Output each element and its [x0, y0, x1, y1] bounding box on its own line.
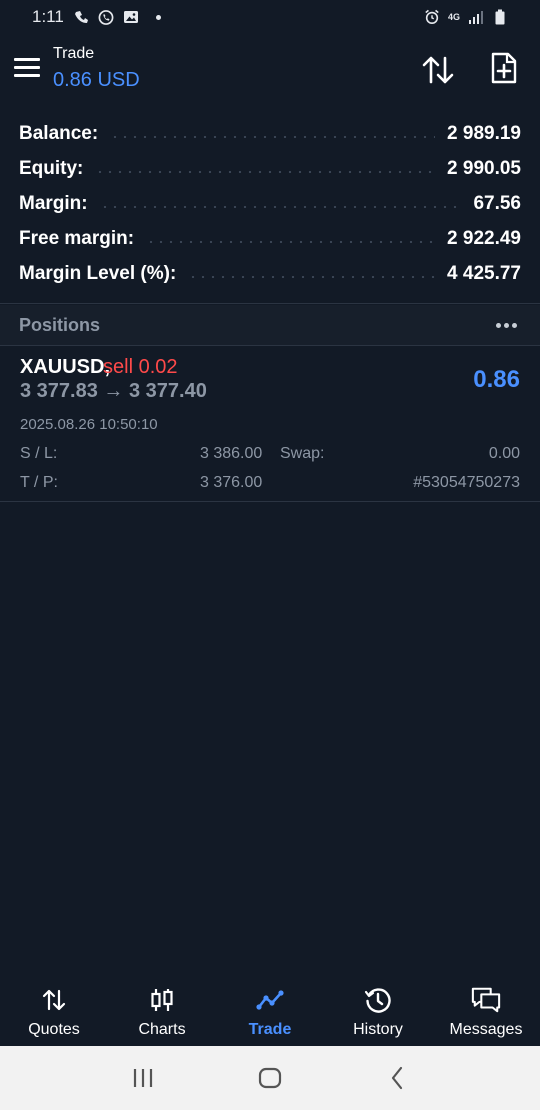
system-nav-bar [0, 1046, 540, 1110]
summary-label: Free margin: [19, 227, 135, 249]
battery-icon [492, 9, 508, 25]
position-row[interactable]: XAUUSD, sell 0.02 3 377.83 → 3 377.40 0.… [0, 346, 540, 502]
ticket-number: #53054750273 [413, 474, 520, 491]
divider [0, 303, 540, 304]
back-icon [391, 1066, 402, 1090]
gallery-icon [123, 9, 139, 25]
nav-label: Quotes [28, 1021, 80, 1038]
home-icon [258, 1067, 282, 1089]
divider [0, 501, 540, 502]
dot-leader [95, 170, 436, 173]
account-summary: Balance: 2 989.19 Equity: 2 990.05 Margi… [0, 116, 540, 291]
quotes-icon [39, 987, 69, 1013]
signal-icon [468, 9, 484, 25]
swap-label: Swap: [280, 445, 325, 462]
summary-label: Margin Level (%): [19, 262, 177, 284]
position-profit: 0.86 [473, 366, 520, 393]
trade-icon [255, 987, 285, 1013]
summary-value: 2 922.49 [447, 227, 521, 249]
status-bar: 1:11 4G [0, 0, 540, 34]
more-options-icon[interactable] [492, 319, 521, 332]
menu-icon [14, 58, 40, 61]
section-title: Positions [19, 314, 101, 335]
nav-label: Messages [449, 1021, 523, 1038]
nav-label: History [353, 1021, 403, 1038]
position-side: sell 0.02 [103, 356, 178, 378]
summary-row-free-margin: Free margin: 2 922.49 [0, 221, 540, 256]
summary-label: Margin: [19, 192, 88, 214]
tp-label: T / P: [20, 474, 58, 491]
dot-leader [188, 275, 436, 278]
home-button[interactable] [250, 1058, 290, 1098]
nav-charts[interactable]: Charts [108, 978, 216, 1046]
nav-history[interactable]: History [324, 978, 432, 1046]
sl-label: S / L: [20, 445, 58, 462]
notification-dot [155, 14, 161, 20]
nav-trade[interactable]: Trade [216, 978, 324, 1046]
nav-messages[interactable]: Messages [432, 978, 540, 1046]
recent-apps-icon [134, 1069, 153, 1087]
dot-leader [110, 135, 436, 138]
summary-row-equity: Equity: 2 990.05 [0, 151, 540, 186]
whatsapp-icon [98, 9, 114, 25]
sort-icon [422, 56, 454, 84]
nav-quotes[interactable]: Quotes [0, 978, 108, 1046]
status-time: 1:11 [32, 7, 64, 26]
sort-button[interactable] [421, 54, 455, 86]
history-icon [363, 987, 393, 1013]
page-title: Trade [53, 45, 95, 62]
menu-button[interactable] [14, 58, 40, 80]
messages-icon [471, 987, 501, 1013]
summary-value: 4 425.77 [447, 262, 521, 284]
summary-row-margin-level: Margin Level (%): 4 425.77 [0, 256, 540, 291]
new-order-icon [491, 52, 517, 84]
back-button[interactable] [377, 1058, 417, 1098]
bottom-nav: Quotes Charts Trade History Messages [0, 978, 540, 1046]
network-label: 4G [447, 11, 460, 22]
summary-row-margin: Margin: 67.56 [0, 186, 540, 221]
nav-label: Charts [138, 1021, 186, 1038]
nav-label: Trade [248, 1021, 292, 1038]
summary-row-balance: Balance: 2 989.19 [0, 116, 540, 151]
tp-value: 3 376.00 [200, 474, 263, 491]
header-profit: 0.86 USD [53, 69, 140, 91]
summary-value: 2 990.05 [447, 157, 521, 179]
sl-value: 3 386.00 [200, 445, 263, 462]
position-prices: 3 377.83 → 3 377.40 [20, 380, 207, 402]
summary-label: Equity: [19, 157, 84, 179]
summary-value: 67.56 [473, 192, 521, 214]
dot-leader [146, 240, 436, 243]
swap-value: 0.00 [488, 445, 520, 462]
wifi-calling-icon [73, 9, 89, 25]
position-open-time: 2025.08.26 10:50:10 [20, 416, 158, 433]
app-header: Trade 0.86 USD [0, 40, 540, 104]
summary-value: 2 989.19 [447, 122, 521, 144]
summary-label: Balance: [19, 122, 99, 144]
position-symbol: XAUUSD, [20, 356, 111, 378]
positions-header: Positions [0, 305, 540, 345]
dot-leader [99, 205, 462, 208]
recent-apps-button[interactable] [123, 1058, 163, 1098]
alarm-icon [424, 9, 440, 25]
new-order-button[interactable] [490, 52, 522, 86]
charts-icon [147, 987, 177, 1013]
